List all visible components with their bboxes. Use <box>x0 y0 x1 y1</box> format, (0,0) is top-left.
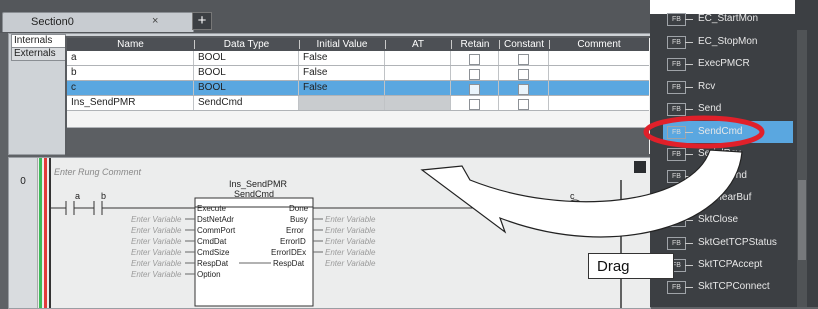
highlight-ellipse <box>643 115 765 149</box>
annotation-overlay <box>420 115 765 238</box>
drag-arrow-icon <box>420 149 743 238</box>
drag-callout: Drag <box>588 253 674 279</box>
